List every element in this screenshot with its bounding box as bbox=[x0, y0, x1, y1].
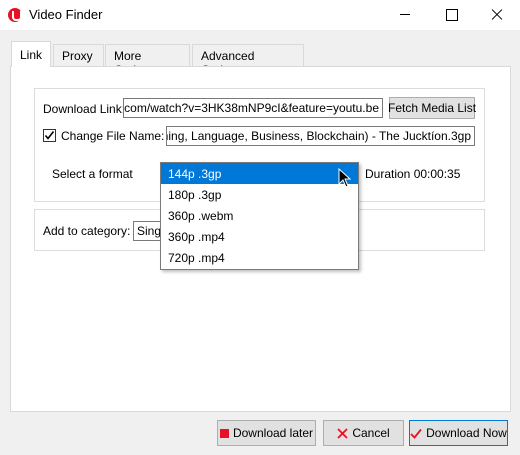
change-file-name-checkbox[interactable] bbox=[43, 129, 56, 142]
cancel-button[interactable]: Cancel bbox=[323, 420, 404, 446]
select-format-label: Select a format bbox=[52, 167, 133, 181]
checkmark-icon bbox=[44, 131, 55, 140]
format-option-180p-3gp[interactable]: 180p .3gp bbox=[161, 184, 358, 205]
minimize-button[interactable] bbox=[382, 0, 428, 30]
tab-more-options[interactable]: More Options bbox=[105, 44, 190, 77]
tab-link[interactable]: Link bbox=[11, 41, 51, 67]
format-option-144p-3gp[interactable]: 144p .3gp bbox=[161, 163, 358, 184]
format-option-360p-webm[interactable]: 360p .webm bbox=[161, 205, 358, 226]
window-title: Video Finder bbox=[29, 7, 103, 22]
duration-text: Duration 00:00:35 bbox=[365, 167, 461, 181]
mouse-cursor-icon bbox=[338, 168, 352, 188]
file-name-input[interactable]: ogramming, Language, Business, Blockchai… bbox=[166, 126, 475, 146]
fetch-media-list-button[interactable]: Fetch Media List bbox=[388, 97, 476, 119]
title-bar: Video Finder bbox=[0, 0, 520, 30]
file-name-value: ogramming, Language, Business, Blockchai… bbox=[167, 129, 471, 143]
download-now-label: Download Now bbox=[426, 426, 507, 440]
tab-advanced-options[interactable]: Advanced Options bbox=[192, 44, 304, 77]
checkmark-icon bbox=[410, 428, 422, 439]
close-button[interactable] bbox=[474, 0, 520, 30]
download-link-value: ube.com/watch?v=3HK38mNP9cI&feature=yout… bbox=[123, 101, 379, 115]
format-option-360p-mp4[interactable]: 360p .mp4 bbox=[161, 226, 358, 247]
download-now-button[interactable]: Download Now bbox=[409, 420, 508, 446]
change-file-name-label: Change File Name: bbox=[61, 129, 165, 143]
download-link-input[interactable]: ube.com/watch?v=3HK38mNP9cI&feature=yout… bbox=[123, 98, 383, 118]
stop-square-icon bbox=[219, 428, 229, 438]
category-value: Sing bbox=[137, 224, 162, 238]
format-option-720p-mp4[interactable]: 720p .mp4 bbox=[161, 247, 358, 268]
download-link-label: Download Link: bbox=[43, 102, 126, 116]
format-dropdown-list[interactable]: 144p .3gp 180p .3gp 360p .webm 360p .mp4… bbox=[160, 162, 359, 270]
maximize-button[interactable] bbox=[428, 0, 474, 30]
cancel-label: Cancel bbox=[352, 426, 390, 440]
download-later-button[interactable]: Download later bbox=[217, 420, 316, 446]
add-to-category-label: Add to category: bbox=[43, 224, 131, 238]
app-logo-icon bbox=[8, 8, 22, 22]
download-later-label: Download later bbox=[232, 426, 314, 440]
tab-proxy[interactable]: Proxy bbox=[53, 44, 104, 66]
x-icon bbox=[337, 427, 348, 439]
